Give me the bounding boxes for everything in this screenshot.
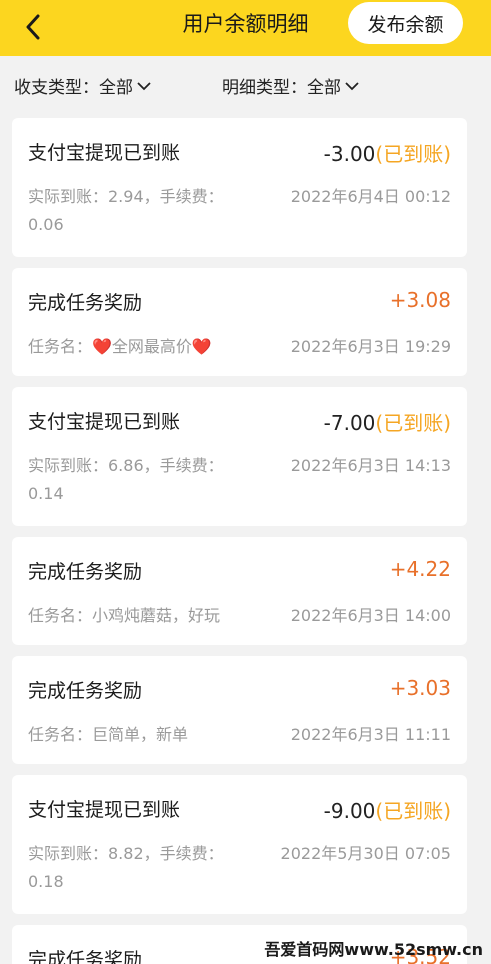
record-detail: 任务名：小鸡炖蘑菇，好玩 (28, 606, 221, 625)
record-detail: 实际到账：2.94，手续费： (28, 187, 224, 206)
record-amount: -7.00(已到账) (324, 407, 451, 436)
record-card[interactable]: 完成任务奖励 +4.22 任务名：小鸡炖蘑菇，好玩 2022年6月3日 14:0… (12, 537, 467, 645)
chevron-down-icon (345, 81, 359, 91)
record-title: 支付宝提现已到账 (28, 411, 181, 433)
record-time: 2022年5月30日 07:05 (280, 844, 451, 863)
record-title: 完成任务奖励 (28, 949, 143, 964)
record-detail: 任务名：巨简单，新单 (28, 725, 189, 744)
record-detail: 任务名：❤️全网最高价❤️ (28, 337, 212, 356)
record-detail-fee: 0.14 (28, 484, 64, 503)
detail-type-label: 明细类型： (222, 78, 307, 98)
record-card[interactable]: 支付宝提现已到账 -9.00(已到账) 实际到账：8.82，手续费： 2022年… (12, 775, 467, 914)
publish-balance-button[interactable]: 发布余额 (348, 2, 463, 44)
amount-value: -7.00 (323, 411, 376, 435)
record-detail: 实际到账：8.82，手续费： (28, 844, 224, 863)
record-title: 完成任务奖励 (28, 561, 143, 583)
status-label: (已到账) (375, 411, 451, 435)
record-amount: -3.00(已到账) (324, 138, 451, 167)
record-time: 2022年6月3日 11:11 (290, 725, 451, 744)
record-amount: -9.00(已到账) (324, 795, 451, 824)
app-header: 用户余额明细 发布余额 (0, 0, 491, 56)
record-time: 2022年6月3日 14:13 (290, 456, 451, 475)
chevron-down-icon (137, 81, 151, 91)
status-label: (已到账) (375, 799, 451, 823)
record-amount: +3.08 (390, 288, 451, 312)
amount-value: +3.03 (389, 676, 451, 700)
record-amount: +3.03 (390, 676, 451, 700)
amount-value: +3.08 (389, 288, 451, 312)
record-time: 2022年6月4日 00:12 (290, 187, 451, 206)
record-card[interactable]: 支付宝提现已到账 -3.00(已到账) 实际到账：2.94，手续费： 2022年… (12, 118, 467, 257)
record-detail: 实际到账：6.86，手续费： (28, 456, 224, 475)
detail-type-filter[interactable]: 明细类型： 全部 (222, 73, 359, 98)
filter-bar: 收支类型： 全部 明细类型： 全部 (0, 56, 491, 116)
status-label: (已到账) (375, 142, 451, 166)
record-card[interactable]: 支付宝提现已到账 -7.00(已到账) 实际到账：6.86，手续费： 2022年… (12, 387, 467, 526)
record-title: 支付宝提现已到账 (28, 142, 181, 164)
watermark: 吾爱首码网www.52smw.cn (264, 940, 483, 959)
record-card[interactable]: 完成任务奖励 +3.03 任务名：巨简单，新单 2022年6月3日 11:11 (12, 656, 467, 764)
detail-type-value: 全部 (307, 78, 341, 98)
record-title: 完成任务奖励 (28, 292, 143, 314)
amount-value: +4.22 (389, 557, 451, 581)
record-detail-fee: 0.06 (28, 215, 64, 234)
income-type-value: 全部 (99, 78, 133, 98)
record-amount: +4.22 (390, 557, 451, 581)
income-type-filter[interactable]: 收支类型： 全部 (14, 73, 151, 98)
amount-value: -3.00 (323, 142, 376, 166)
amount-value: -9.00 (323, 799, 376, 823)
record-card[interactable]: 完成任务奖励 +3.08 任务名：❤️全网最高价❤️ 2022年6月3日 19:… (12, 268, 467, 376)
income-type-label: 收支类型： (14, 78, 99, 98)
record-time: 2022年6月3日 19:29 (290, 337, 451, 356)
record-detail-fee: 0.18 (28, 872, 64, 891)
record-title: 支付宝提现已到账 (28, 799, 181, 821)
record-time: 2022年6月3日 14:00 (290, 606, 451, 625)
record-title: 完成任务奖励 (28, 680, 143, 702)
